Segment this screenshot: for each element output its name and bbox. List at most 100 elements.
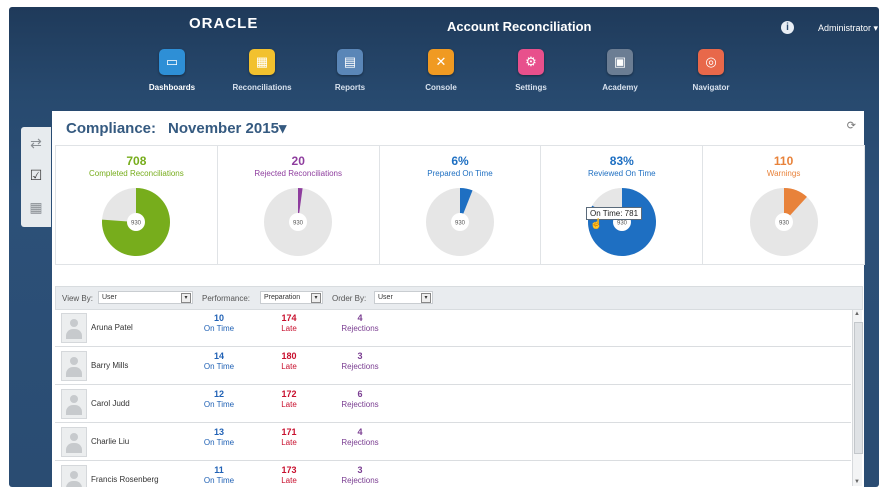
rejections-stat: 3 Rejections bbox=[335, 465, 385, 485]
nav-academy[interactable]: ▣ Academy bbox=[585, 49, 655, 92]
kpi-label: Warnings bbox=[766, 169, 801, 178]
late-stat: 171 Late bbox=[264, 427, 314, 447]
tools-icon: ✕ bbox=[428, 49, 454, 75]
kpi-strip: 708 Completed Reconciliations 930 20 Rej… bbox=[55, 145, 865, 265]
pie-center-label: 930 bbox=[779, 221, 790, 227]
kpi-value: 708 bbox=[126, 154, 147, 168]
kpi-label: Rejected Reconciliations bbox=[254, 169, 342, 178]
view-by-select[interactable]: User ▾ bbox=[98, 291, 193, 304]
refresh-icon[interactable]: ⟳ bbox=[847, 119, 856, 132]
kpi-label: Prepared On Time bbox=[427, 169, 493, 178]
order-by-label: Order By: bbox=[332, 294, 367, 303]
performance-label: Performance: bbox=[202, 294, 251, 303]
kpi-rejected[interactable]: 20 Rejected Reconciliations 930 bbox=[218, 146, 380, 264]
avatar bbox=[61, 389, 87, 419]
performance-select[interactable]: Preparation ▾ bbox=[260, 291, 323, 304]
rejections-label: Rejections bbox=[341, 476, 379, 485]
nav-label: Reports bbox=[334, 83, 366, 92]
report-icon: ▤ bbox=[337, 49, 363, 75]
rejections-stat: 4 Rejections bbox=[335, 427, 385, 447]
rejections-value: 4 bbox=[357, 427, 363, 437]
performance-value: Preparation bbox=[264, 294, 301, 301]
list-item[interactable]: Barry Mills 14 On Time 180 Late 3 Rejection… bbox=[55, 347, 851, 385]
ontime-label: On Time bbox=[203, 438, 235, 447]
ontime-label: On Time bbox=[203, 476, 235, 485]
late-label: Late bbox=[281, 324, 297, 333]
kpi-pie: 930 bbox=[102, 188, 171, 256]
list-scrollbar[interactable]: ▲ ▼ bbox=[852, 310, 863, 486]
rejections-value: 4 bbox=[357, 313, 363, 323]
kpi-value: 83% bbox=[609, 154, 634, 168]
nav-reconciliations[interactable]: ▦ Reconciliations bbox=[227, 49, 297, 92]
user-name: Charlie Liu bbox=[91, 437, 130, 446]
scroll-up-icon[interactable]: ▲ bbox=[854, 311, 860, 317]
kpi-completed[interactable]: 708 Completed Reconciliations 930 bbox=[56, 146, 218, 264]
grid-icon: ▦ bbox=[249, 49, 275, 75]
kpi-prepared[interactable]: 6% Prepared On Time 930 bbox=[380, 146, 542, 264]
nav-dashboards[interactable]: ▭ Dashboards bbox=[137, 49, 207, 92]
rejections-label: Rejections bbox=[341, 400, 379, 409]
info-icon[interactable]: i bbox=[781, 21, 794, 34]
order-by-select[interactable]: User ▾ bbox=[374, 291, 433, 304]
kpi-label: Reviewed On Time bbox=[587, 169, 656, 178]
rejections-value: 6 bbox=[357, 389, 363, 399]
sidetab-checklist[interactable]: ☑ bbox=[21, 159, 51, 191]
rejections-value: 3 bbox=[357, 465, 363, 475]
nav-navigator[interactable]: ◎ Navigator bbox=[676, 49, 746, 92]
list-item[interactable]: Carol Judd 12 On Time 172 Late 6 Rejections bbox=[55, 385, 851, 423]
user-name: Carol Judd bbox=[91, 399, 130, 408]
monitor-icon: ▭ bbox=[159, 49, 185, 75]
avatar bbox=[61, 351, 87, 381]
kpi-pie: 930 bbox=[425, 188, 494, 256]
filter-bar: View By: User ▾ Performance: Preparation… bbox=[55, 286, 863, 310]
ontime-stat: 14 On Time bbox=[194, 351, 244, 371]
academy-icon: ▣ bbox=[607, 49, 633, 75]
nav-reports[interactable]: ▤ Reports bbox=[315, 49, 385, 92]
pie-center-label: 930 bbox=[293, 221, 304, 227]
list-item[interactable]: Aruna Patel 10 On Time 174 Late 4 Rejection… bbox=[55, 309, 851, 347]
rejections-label: Rejections bbox=[341, 438, 379, 447]
rejections-value: 3 bbox=[357, 351, 363, 361]
kpi-reviewed[interactable]: 83% Reviewed On Time 930 bbox=[541, 146, 704, 264]
main-nav: ▭ Dashboards ▦ Reconciliations ▤ Reports… bbox=[9, 49, 879, 104]
chevron-down-icon: ▾ bbox=[421, 293, 431, 303]
late-value: 172 bbox=[281, 389, 297, 399]
app-window: ORACLE Account Reconciliation i Administ… bbox=[9, 7, 879, 487]
app-title: Account Reconciliation bbox=[447, 19, 592, 34]
nav-label: Reconciliations bbox=[232, 83, 292, 92]
table-icon: ▦ bbox=[29, 198, 43, 215]
late-value: 180 bbox=[281, 351, 297, 361]
compass-icon: ◎ bbox=[698, 49, 724, 75]
kpi-value: 20 bbox=[291, 154, 305, 168]
nav-label: Academy bbox=[602, 83, 638, 92]
sidetab-transfer[interactable]: ⇄ bbox=[21, 127, 51, 159]
nav-label: Console bbox=[425, 83, 457, 92]
compliance-label: Compliance: bbox=[66, 120, 157, 137]
sidetab-table[interactable]: ▦ bbox=[21, 191, 51, 223]
user-menu[interactable]: Administrator ▾ bbox=[818, 23, 878, 34]
transfer-icon: ⇄ bbox=[30, 134, 42, 151]
list-item[interactable]: Charlie Liu 13 On Time 171 Late 4 Rejection… bbox=[55, 423, 851, 461]
rejections-stat: 4 Rejections bbox=[335, 313, 385, 333]
nav-console[interactable]: ✕ Console bbox=[406, 49, 476, 92]
kpi-pie: 930 bbox=[264, 188, 333, 256]
scrollbar-thumb[interactable] bbox=[854, 322, 863, 454]
view-by-label: View By: bbox=[62, 294, 93, 303]
list-item[interactable]: Francis Rosenberg 11 On Time 173 Late 3 Rej… bbox=[55, 461, 851, 487]
late-label: Late bbox=[281, 400, 297, 409]
nav-label: Navigator bbox=[692, 83, 730, 92]
scroll-down-icon[interactable]: ▼ bbox=[854, 479, 860, 485]
kpi-warnings[interactable]: 110 Warnings 930 bbox=[703, 146, 864, 264]
late-stat: 180 Late bbox=[264, 351, 314, 371]
late-label: Late bbox=[281, 362, 297, 371]
avatar bbox=[61, 313, 87, 343]
nav-settings[interactable]: ⚙ Settings bbox=[496, 49, 566, 92]
user-list: Aruna Patel 10 On Time 174 Late 4 Rejection… bbox=[55, 309, 851, 487]
late-stat: 174 Late bbox=[264, 313, 314, 333]
ontime-value: 12 bbox=[213, 389, 224, 399]
period-selector[interactable]: November 2015▾ bbox=[168, 120, 286, 137]
rejections-label: Rejections bbox=[341, 324, 379, 333]
compliance-header: Compliance: November 2015▾ bbox=[66, 119, 286, 137]
oracle-logo: ORACLE bbox=[189, 15, 259, 32]
user-name: Francis Rosenberg bbox=[91, 475, 159, 484]
